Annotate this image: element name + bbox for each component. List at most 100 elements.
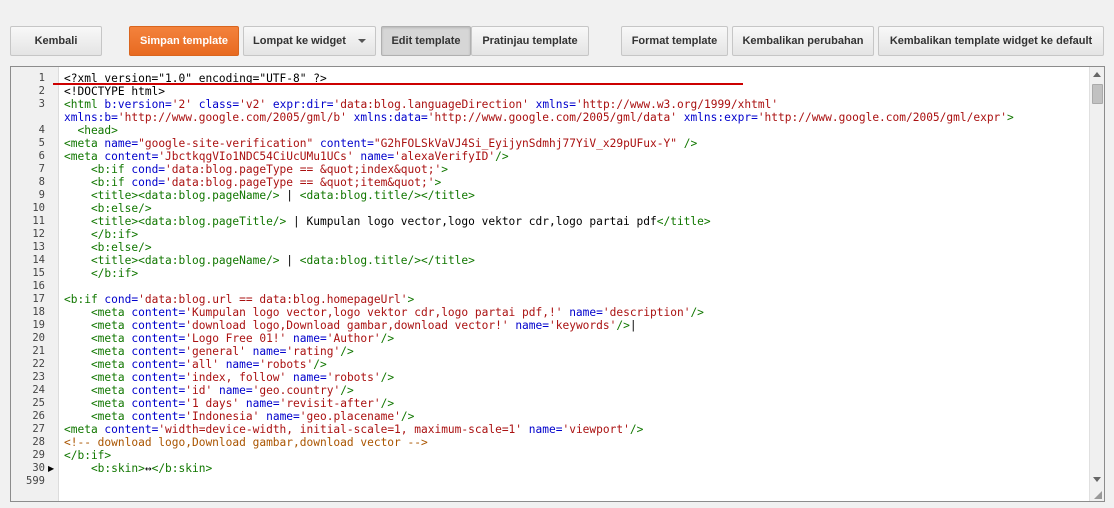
line-number: 14 <box>32 254 45 266</box>
code-area[interactable]: <?xml version="1.0" encoding="UTF-8" ?> <… <box>59 67 1089 501</box>
line-number: 2 <box>38 85 45 97</box>
code-line[interactable]: <meta content='download logo,Download ga… <box>59 319 1089 332</box>
line-number: 28 <box>32 436 45 448</box>
toolbar: Kembali Simpan template Lompat ke widget… <box>0 0 1114 66</box>
code-text: <html b:version='2' class='v2' expr:dir=… <box>64 98 779 111</box>
code-text: <meta content='Indonesia' name='geo.plac… <box>64 410 415 423</box>
code-editor[interactable]: 1 2 3 4 5 6 7 8 9 10 11 12 13 14 15 16 17 18 19 20 21 22 23 24 2… <box>10 66 1105 502</box>
line-number: 30 <box>32 462 45 474</box>
code-line[interactable]: <html b:version='2' class='v2' expr:dir=… <box>59 98 1089 111</box>
code-text: <meta content='download logo,Download ga… <box>64 319 637 332</box>
scrollbar-thumb[interactable] <box>1092 84 1103 104</box>
code-line[interactable]: <meta content='id' name='geo.country'/> <box>59 384 1089 397</box>
revert-widget-templates-button[interactable]: Kembalikan template widget ke default <box>878 26 1104 56</box>
code-text: <b:if cond='data:blog.pageType == &quot;… <box>64 176 442 189</box>
code-line[interactable]: <title><data:blog.pageName/> | <data:blo… <box>59 189 1089 202</box>
line-number: 18 <box>32 306 45 318</box>
vertical-scrollbar[interactable] <box>1089 67 1104 501</box>
line-number: 12 <box>32 228 45 240</box>
format-template-button[interactable]: Format template <box>621 26 728 56</box>
code-line[interactable]: <meta content='general' name='rating'/> <box>59 345 1089 358</box>
code-line[interactable]: <b:if cond='data:blog.pageType == &quot;… <box>59 176 1089 189</box>
code-line[interactable]: <meta name="google-site-verification" co… <box>59 137 1089 150</box>
code-line[interactable]: <meta content='1 days' name='revisit-aft… <box>59 397 1089 410</box>
scroll-up-icon[interactable] <box>1090 67 1104 82</box>
line-number: 25 <box>32 397 45 409</box>
code-text: <meta content='Kumpulan logo vector,logo… <box>64 306 704 319</box>
code-text: </b:if> <box>64 228 139 241</box>
code-line[interactable]: <b:else/> <box>59 202 1089 215</box>
code-text: <title><data:blog.pageName/> | <data:blo… <box>64 189 475 202</box>
tab-preview-template[interactable]: Pratinjau template <box>471 26 589 56</box>
line-number: 23 <box>32 371 45 383</box>
code-line[interactable]: <meta content='Logo Free 01!' name='Auth… <box>59 332 1089 345</box>
code-line[interactable]: </b:if> <box>59 267 1089 280</box>
jump-to-widget-label: Lompat ke widget <box>253 35 346 47</box>
line-number: 19 <box>32 319 45 331</box>
highlight-underline <box>53 83 743 85</box>
line-number: 15 <box>32 267 45 279</box>
scroll-down-icon[interactable] <box>1090 472 1104 487</box>
code-text: <title><data:blog.pageTitle/> | Kumpulan… <box>64 215 711 228</box>
code-text: <!-- download logo,Download gambar,downl… <box>64 436 428 449</box>
code-text: <b:else/> <box>64 202 152 215</box>
jump-to-widget-dropdown[interactable]: Lompat ke widget <box>243 26 376 56</box>
code-line[interactable]: </b:if> <box>59 449 1089 462</box>
code-text: <meta content='index, follow' name='robo… <box>64 371 395 384</box>
back-button[interactable]: Kembali <box>10 26 102 56</box>
code-text: <meta content='Logo Free 01!' name='Auth… <box>64 332 395 345</box>
code-line[interactable]: <title><data:blog.pageName/> | <data:blo… <box>59 254 1089 267</box>
code-text: <b:if cond='data:blog.pageType == &quot;… <box>64 163 448 176</box>
code-line[interactable]: <b:skin>↔</b:skin> <box>59 462 1089 475</box>
code-text: <meta content='general' name='rating'/> <box>64 345 354 358</box>
line-number: 5 <box>38 137 45 149</box>
code-line[interactable]: <title><data:blog.pageTitle/> | Kumpulan… <box>59 215 1089 228</box>
code-line[interactable]: <meta content='JbctkqgVIo1NDC54CiUcUMu1U… <box>59 150 1089 163</box>
code-text: </b:if> <box>64 449 112 462</box>
code-text: </b:if> <box>64 267 139 280</box>
code-text: <title><data:blog.pageName/> | <data:blo… <box>64 254 475 267</box>
code-line[interactable]: <b:else/> <box>59 241 1089 254</box>
line-number: 6 <box>38 150 45 162</box>
code-line[interactable]: <meta content='Indonesia' name='geo.plac… <box>59 410 1089 423</box>
code-line[interactable]: <meta content='width=device-width, initi… <box>59 423 1089 436</box>
line-number: 22 <box>32 358 45 370</box>
line-number: 10 <box>32 202 45 214</box>
code-line[interactable]: <b:if cond='data:blog.pageType == &quot;… <box>59 163 1089 176</box>
line-number: 26 <box>32 410 45 422</box>
code-text: <meta content='id' name='geo.country'/> <box>64 384 354 397</box>
line-number: 16 <box>32 280 45 292</box>
code-line[interactable]: <meta content='all' name='robots'/> <box>59 358 1089 371</box>
line-number-gutter: 1 2 3 4 5 6 7 8 9 10 11 12 13 14 15 16 17 18 19 20 21 22 23 24 2… <box>11 67 59 501</box>
code-text: xmlns:b='http://www.google.com/2005/gml/… <box>64 111 1014 124</box>
chevron-down-icon <box>357 39 366 43</box>
code-text: <b:skin>↔</b:skin> <box>64 462 213 475</box>
code-text: <b:else/> <box>64 241 152 254</box>
revert-changes-button[interactable]: Kembalikan perubahan <box>732 26 874 56</box>
tab-edit-template[interactable]: Edit template <box>381 26 471 56</box>
code-line[interactable]: <!-- download logo,Download gambar,downl… <box>59 436 1089 449</box>
code-line[interactable]: xmlns:b='http://www.google.com/2005/gml/… <box>59 111 1089 124</box>
code-line[interactable]: <meta content='index, follow' name='robo… <box>59 371 1089 384</box>
line-number: 4 <box>38 124 45 136</box>
fold-arrow-icon[interactable]: ▶ <box>48 462 54 475</box>
code-line[interactable]: <b:if cond='data:blog.url == data:blog.h… <box>59 293 1089 306</box>
line-number: 599 <box>26 475 45 487</box>
resize-handle-icon[interactable] <box>1090 487 1104 501</box>
code-text: <meta content='width=device-width, initi… <box>64 423 644 436</box>
line-number: 1 <box>38 72 45 84</box>
save-template-button[interactable]: Simpan template <box>129 26 239 56</box>
line-number: 27 <box>32 423 45 435</box>
line-number: 13 <box>32 241 45 253</box>
code-text: <meta content='JbctkqgVIo1NDC54CiUcUMu1U… <box>64 150 509 163</box>
code-line[interactable] <box>59 280 1089 293</box>
code-line[interactable]: <head> <box>59 124 1089 137</box>
code-text: <head> <box>64 124 118 137</box>
line-number: 11 <box>32 215 45 227</box>
line-number: 21 <box>32 345 45 357</box>
code-line[interactable]: <!DOCTYPE html> <box>59 85 1089 98</box>
code-line[interactable]: </b:if> <box>59 228 1089 241</box>
code-line[interactable] <box>59 475 1089 488</box>
line-number: 9 <box>38 189 45 201</box>
code-line[interactable]: <meta content='Kumpulan logo vector,logo… <box>59 306 1089 319</box>
